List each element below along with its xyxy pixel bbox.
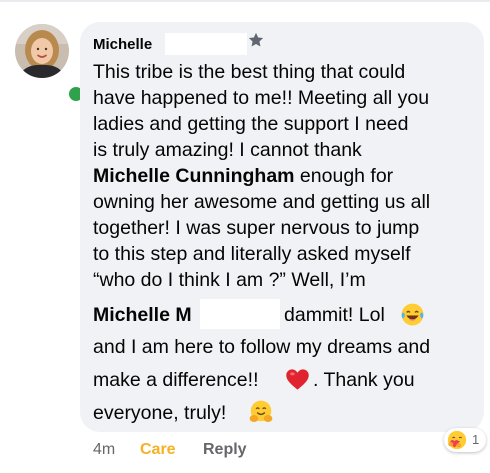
avatar[interactable]: [15, 24, 86, 104]
laughing-tears-emoji: [401, 303, 424, 326]
reaction-summary[interactable]: 1: [444, 428, 486, 452]
comment-text-fragment: . Thank you: [313, 369, 415, 391]
red-heart-emoji: [286, 369, 309, 390]
comment-text-line: owning her awesome and getting us all: [93, 191, 431, 213]
reaction-count: 1: [472, 432, 480, 447]
comment-text-line: ladies and getting the support I need: [93, 113, 409, 135]
comment-text-line: everyone, truly!: [93, 402, 227, 424]
care-reaction-button[interactable]: Care: [140, 441, 176, 459]
comment-text-line: This tribe is the best thing that could: [93, 61, 406, 83]
redaction-block: [200, 299, 280, 329]
comment-text-line: together! I was super nervous to jump: [93, 217, 420, 239]
comment-text-fragment: enough for: [294, 165, 394, 187]
comment-text-line: to this step and literally asked myself: [93, 243, 411, 265]
top-divider: [0, 0, 490, 2]
comment-text-line: have happened to me!! Meeting all you: [93, 87, 430, 109]
mention-link[interactable]: Michelle M: [93, 304, 192, 326]
comment-author-name[interactable]: Michelle: [93, 36, 152, 53]
redaction-block: [165, 33, 247, 55]
comment-text-line: is truly amazing! I cannot thank: [93, 139, 362, 161]
comment-timestamp: 4m: [93, 441, 116, 458]
avatar-image: [15, 24, 69, 78]
hugging-face-emoji: [249, 400, 273, 422]
comment-text-line: make a difference!!: [93, 369, 259, 391]
comment-text-fragment: dammit! Lol: [284, 304, 385, 326]
mention-link[interactable]: Michelle Cunningham: [93, 165, 295, 187]
comment-text-line: “who do I think I am ?” Well, I’m: [93, 269, 366, 291]
care-reaction-icon: [447, 430, 467, 450]
comment-text-line: Michelle M: [93, 303, 192, 327]
comment-text-line: Michelle Cunningham enough for: [93, 164, 393, 188]
reply-button[interactable]: Reply: [203, 441, 247, 459]
comment-text-line: and I am here to follow my dreams and: [93, 336, 431, 358]
star-icon: [248, 32, 264, 47]
comment-author-row: Michelle: [93, 34, 152, 54]
